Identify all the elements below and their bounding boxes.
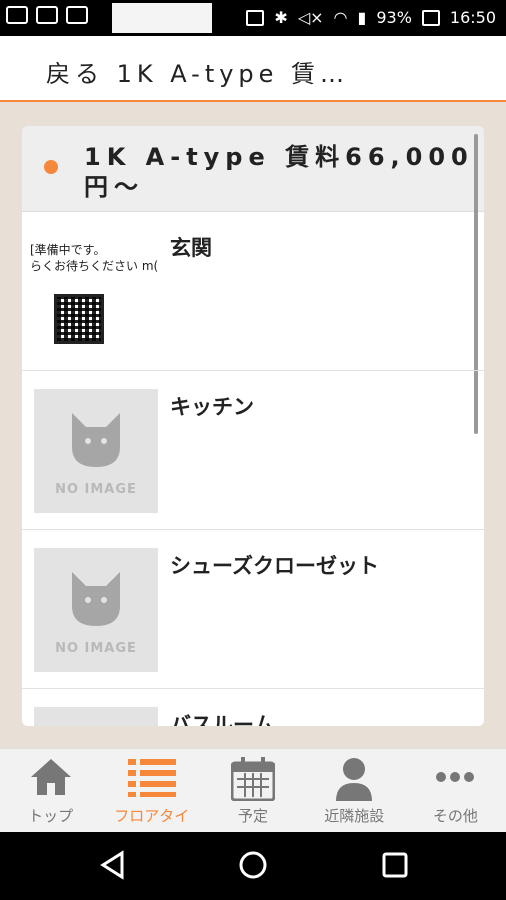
floor-plan-card: 1K A-type 賃料66,000円～ [準備中です。 らくお待ちください m… <box>22 126 484 726</box>
no-image-thumbnail: NO IMAGE <box>34 389 158 513</box>
bullet-dot-icon <box>44 160 58 174</box>
room-label: 玄関 <box>170 236 212 260</box>
mute-icon: ◁× <box>297 8 324 27</box>
preparing-line-1: [準備中です。 <box>30 243 106 257</box>
preparing-line-2: らくお待ちください m( <box>30 259 159 273</box>
notification-icons <box>6 6 88 24</box>
card-title: 1K A-type 賃料66,000円～ <box>84 143 474 201</box>
bottom-nav: トップ フロアタイ 予定 近隣施設 その他 <box>0 748 506 832</box>
system-status: ✱ ◁× ◠ ▮ 93% 16:50 <box>246 8 496 27</box>
wifi-icon: ◠ <box>333 8 348 27</box>
battery-percent: 93% <box>376 8 412 27</box>
battery-icon <box>421 9 440 26</box>
qr-code-icon <box>54 294 104 344</box>
list-icon <box>127 759 176 797</box>
cat-icon <box>72 572 120 626</box>
system-nav-bar <box>0 832 506 900</box>
image-icon <box>36 6 58 24</box>
back-title[interactable]: 戻る 1K A-type 賃… <box>46 54 349 89</box>
list-item[interactable]: NO IMAGE シューズクローゼット <box>22 530 484 689</box>
nav-label: 予定 <box>238 807 269 825</box>
status-bar-blank <box>112 3 212 33</box>
nav-label: 近隣施設 <box>324 807 385 825</box>
no-image-text: NO IMAGE <box>55 641 137 656</box>
home-circle-icon[interactable] <box>238 850 268 880</box>
person-icon <box>336 758 373 801</box>
clock: 16:50 <box>449 8 496 27</box>
status-bar: ✱ ◁× ◠ ▮ 93% 16:50 <box>0 0 506 36</box>
home-icon <box>30 759 71 795</box>
bluetooth-icon: ✱ <box>274 8 288 27</box>
nav-item-floor-type[interactable]: フロアタイ <box>101 749 202 832</box>
nav-item-other[interactable]: その他 <box>405 749 506 832</box>
nav-item-top[interactable]: トップ <box>0 749 101 832</box>
calendar-icon <box>231 757 275 801</box>
room-label: バスルーム <box>170 713 275 726</box>
rotate-icon <box>66 6 88 24</box>
preparing-message: [準備中です。 らくお待ちください m( <box>30 242 164 274</box>
message-icon <box>6 6 28 24</box>
no-image-thumbnail <box>34 707 158 726</box>
nav-item-schedule[interactable]: 予定 <box>202 749 303 832</box>
no-image-thumbnail: NO IMAGE <box>34 548 158 672</box>
card-header: 1K A-type 賃料66,000円～ <box>22 126 484 212</box>
list-item[interactable]: バスルーム <box>22 689 484 726</box>
room-label: キッチン <box>170 395 254 419</box>
nav-label: フロアタイ <box>114 807 190 825</box>
recents-square-icon[interactable] <box>380 850 410 880</box>
signal-icon: ▮ <box>357 8 367 27</box>
cat-icon <box>72 413 120 467</box>
no-image-text: NO IMAGE <box>55 482 137 497</box>
nav-item-nearby[interactable]: 近隣施設 <box>304 749 405 832</box>
room-label: シューズクローゼット <box>170 554 379 578</box>
back-triangle-icon[interactable] <box>98 850 128 880</box>
nav-label: その他 <box>432 807 478 825</box>
voicemail-icon <box>246 9 265 26</box>
list-item[interactable]: [準備中です。 らくお待ちください m( 玄関 <box>22 212 484 371</box>
nav-label: トップ <box>28 807 74 825</box>
list-item[interactable]: NO IMAGE キッチン <box>22 371 484 530</box>
app-header: 戻る 1K A-type 賃… <box>0 36 506 102</box>
more-icon <box>436 772 475 782</box>
